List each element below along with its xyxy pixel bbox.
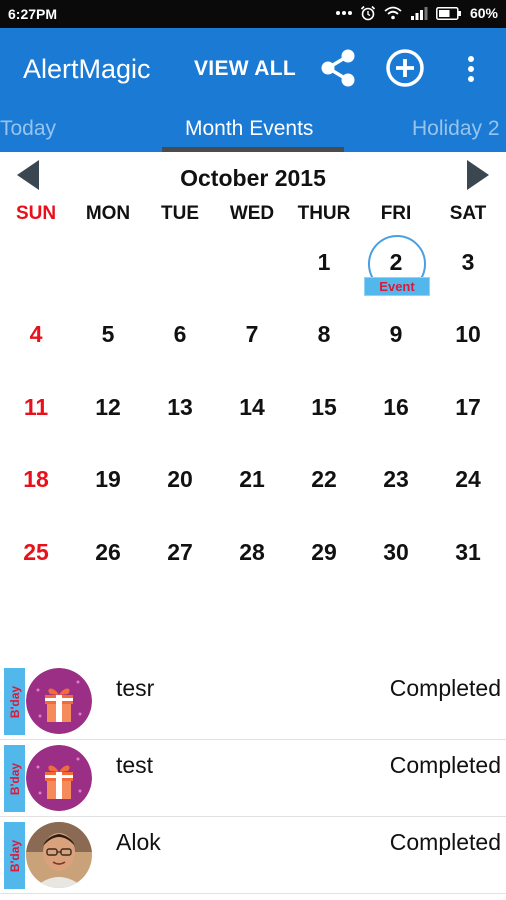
event-status: Completed	[389, 829, 501, 855]
calendar-day[interactable]: 20	[144, 466, 216, 493]
calendar-day[interactable]: 29	[288, 539, 360, 566]
calendar-day[interactable]: 13	[144, 394, 216, 421]
gift-avatar-icon	[26, 745, 92, 811]
calendar-day[interactable]: 16	[360, 394, 432, 421]
tab-bar: Today Month Events Holiday 2	[0, 110, 506, 152]
tab-today[interactable]: Today	[0, 117, 56, 141]
weekday-header: SUN MON TUE WED THUR FRI SAT	[0, 203, 506, 229]
next-month-arrow-icon[interactable]	[465, 159, 491, 196]
add-circle-icon[interactable]	[385, 48, 425, 88]
calendar-day[interactable]: 1	[288, 249, 360, 276]
bday-tag: B'day	[4, 822, 25, 889]
calendar-day[interactable]: 8	[288, 321, 360, 348]
month-title: October 2015	[180, 165, 326, 191]
calendar-day[interactable]: 23	[360, 466, 432, 493]
bday-tag: B'day	[4, 745, 25, 812]
bday-tag: B'day	[4, 668, 25, 735]
battery-icon	[436, 6, 462, 20]
bday-tag-label: B'day	[7, 685, 22, 718]
calendar-day[interactable]: 31	[432, 539, 504, 566]
event-row[interactable]: B'day test Completed	[0, 740, 506, 817]
signal-icon	[410, 6, 428, 20]
calendar-day[interactable]: 14	[216, 394, 288, 421]
event-badge: Event	[364, 277, 430, 296]
calendar-day[interactable]: 27	[144, 539, 216, 566]
weekday-mon: MON	[85, 203, 131, 224]
calendar-day[interactable]: 7	[216, 321, 288, 348]
calendar-day[interactable]: 19	[72, 466, 144, 493]
event-row[interactable]: B'day Alok Completed	[0, 817, 506, 894]
notification-dots-icon	[335, 10, 352, 16]
tab-month-events[interactable]: Month Events	[185, 117, 313, 141]
calendar-day[interactable]: 22	[288, 466, 360, 493]
calendar-day[interactable]: 12	[72, 394, 144, 421]
bday-tag-label: B'day	[7, 839, 22, 872]
calendar-day[interactable]: 24	[432, 466, 504, 493]
calendar-day[interactable]: 25	[0, 539, 72, 566]
weekday-sun: SUN	[15, 203, 57, 224]
weekday-thur: THUR	[297, 203, 351, 224]
month-navigation: October 2015	[0, 152, 506, 202]
more-vert-icon[interactable]	[462, 52, 480, 86]
calendar-day[interactable]: 26	[72, 539, 144, 566]
status-time: 6:27PM	[8, 6, 58, 22]
weekday-fri: FRI	[380, 203, 412, 224]
calendar-day[interactable]: 9	[360, 321, 432, 348]
weekday-sat: SAT	[449, 203, 487, 224]
calendar-day[interactable]: 3	[432, 249, 504, 276]
view-all-button[interactable]: VIEW ALL	[194, 57, 296, 81]
event-row[interactable]: B'day tesr Completed	[0, 663, 506, 740]
calendar-day[interactable]: 11	[0, 394, 72, 421]
calendar-day[interactable]: 18	[0, 466, 72, 493]
calendar-day[interactable]: 15	[288, 394, 360, 421]
alarm-icon	[360, 5, 376, 21]
event-name: tesr	[116, 675, 155, 701]
calendar-day[interactable]: 6	[144, 321, 216, 348]
app-title: AlertMagic	[23, 54, 151, 84]
status-indicators: 60%	[335, 5, 498, 21]
event-name: test	[116, 752, 154, 778]
event-status: Completed	[389, 675, 501, 701]
calendar-day[interactable]: 17	[432, 394, 504, 421]
calendar-day[interactable]: 21	[216, 466, 288, 493]
event-name: Alok	[116, 829, 161, 855]
status-bar: 6:27PM 60%	[0, 0, 506, 28]
tab-holiday[interactable]: Holiday 2	[412, 117, 500, 141]
calendar-day[interactable]: 28	[216, 539, 288, 566]
calendar-day[interactable]: 5	[72, 321, 144, 348]
calendar-day[interactable]: 10	[432, 321, 504, 348]
app-bar: AlertMagic VIEW ALL Today Month Events H…	[0, 28, 506, 152]
calendar-day[interactable]: 30	[360, 539, 432, 566]
wifi-icon	[384, 6, 402, 20]
bday-tag-label: B'day	[7, 762, 22, 795]
event-status: Completed	[389, 752, 501, 778]
calendar-day[interactable]: 2	[360, 249, 432, 276]
person-photo-avatar	[26, 822, 92, 888]
gift-avatar-icon	[26, 668, 92, 734]
weekday-wed: WED	[229, 203, 275, 224]
calendar-day[interactable]: 4	[0, 321, 72, 348]
battery-level: 60%	[469, 5, 498, 21]
share-icon[interactable]	[319, 48, 357, 88]
weekday-tue: TUE	[161, 203, 199, 224]
